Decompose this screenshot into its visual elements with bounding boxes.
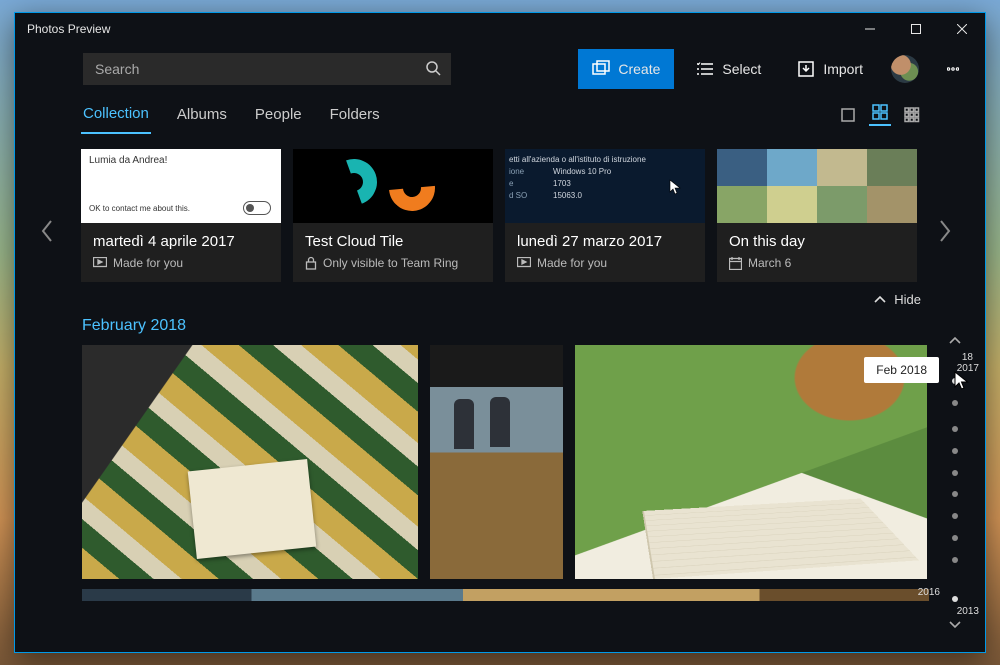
tile-item[interactable]: Lumia da Andrea! OK to contact me about …	[81, 149, 281, 282]
window-title: Photos Preview	[15, 22, 847, 36]
view-grid-medium-icon[interactable]	[869, 104, 891, 126]
tab-collection[interactable]: Collection	[81, 95, 151, 134]
tile-item[interactable]: On this day March 6	[717, 149, 917, 282]
tile-item[interactable]: etti all'azienda o all'istituto di istru…	[505, 149, 705, 282]
tile-thumbnail	[717, 149, 917, 223]
import-button[interactable]: Import	[783, 49, 877, 89]
thumb-text: OK to contact me about this.	[89, 204, 190, 213]
create-label: Create	[618, 61, 660, 77]
photo-item[interactable]	[430, 345, 563, 579]
calendar-icon	[729, 257, 742, 270]
timeline-year: 2016	[918, 587, 940, 598]
hide-button[interactable]: Hide	[874, 292, 921, 307]
timeline-tooltip: Feb 2018	[864, 357, 939, 383]
tab-folders[interactable]: Folders	[328, 96, 382, 133]
tile-title: On this day	[729, 233, 905, 250]
create-button[interactable]: Create	[578, 49, 674, 89]
chevron-down-icon[interactable]	[945, 617, 965, 636]
search-input[interactable]	[83, 53, 451, 85]
titlebar: Photos Preview	[15, 13, 985, 45]
timeline-track[interactable]: 2016	[954, 378, 956, 596]
select-button[interactable]: Select	[682, 49, 775, 89]
chevron-up-icon	[874, 293, 886, 307]
thumb-text: etti all'azienda o all'istituto di istru…	[509, 155, 701, 164]
tab-albums[interactable]: Albums	[175, 96, 229, 133]
tile-thumbnail: etti all'azienda o all'istituto di istru…	[505, 149, 705, 223]
view-grid-small-icon[interactable]	[901, 104, 923, 126]
timeline-year: 2017	[957, 363, 979, 374]
slideshow-icon	[93, 257, 107, 269]
search-wrap	[83, 53, 451, 85]
tile-title: Test Cloud Tile	[305, 233, 481, 250]
cursor-icon	[669, 179, 681, 195]
carousel: Lumia da Andrea! OK to contact me about …	[15, 137, 985, 282]
chevron-up-icon[interactable]	[945, 333, 965, 352]
avatar[interactable]	[891, 55, 919, 83]
photo-item[interactable]	[82, 345, 418, 579]
tile-meta-label: March 6	[748, 256, 791, 270]
thumb-text: Lumia da Andrea!	[89, 155, 273, 166]
tile-item[interactable]: Test Cloud Tile Only visible to Team Rin…	[293, 149, 493, 282]
timeline-year: 18	[962, 352, 973, 363]
section-title[interactable]: February 2018	[15, 307, 985, 345]
tile-title: martedì 4 aprile 2017	[93, 233, 269, 250]
toggle-icon	[243, 201, 271, 215]
photo-item[interactable]	[82, 589, 929, 601]
more-button[interactable]	[933, 49, 973, 89]
timeline-year: 2013	[957, 606, 979, 617]
carousel-next-button[interactable]	[933, 211, 957, 251]
tile-meta-label: Made for you	[113, 256, 183, 270]
maximize-button[interactable]	[893, 13, 939, 45]
search-icon[interactable]	[425, 60, 441, 81]
photo-grid	[15, 345, 985, 579]
view-single-icon[interactable]	[837, 104, 859, 126]
select-label: Select	[722, 61, 761, 77]
lock-icon	[305, 256, 317, 270]
slideshow-icon	[517, 257, 531, 269]
view-mode-group	[837, 104, 923, 126]
tile-meta-label: Made for you	[537, 256, 607, 270]
tile-thumbnail	[293, 149, 493, 223]
tile-list: Lumia da Andrea! OK to contact me about …	[81, 149, 923, 282]
timeline-scrubber[interactable]: 18 2017 2016 2013	[935, 333, 975, 636]
close-button[interactable]	[939, 13, 985, 45]
command-bar: Create Select Import	[15, 45, 985, 93]
app-window: Photos Preview Create	[14, 12, 986, 653]
minimize-button[interactable]	[847, 13, 893, 45]
tile-title: lunedì 27 marzo 2017	[517, 233, 693, 250]
hide-label: Hide	[894, 292, 921, 307]
tile-meta-label: Only visible to Team Ring	[323, 256, 458, 270]
nav-tabs: Collection Albums People Folders	[15, 93, 985, 137]
tab-people[interactable]: People	[253, 96, 304, 133]
tile-thumbnail: Lumia da Andrea! OK to contact me about …	[81, 149, 281, 223]
import-label: Import	[823, 61, 863, 77]
carousel-prev-button[interactable]	[35, 211, 59, 251]
